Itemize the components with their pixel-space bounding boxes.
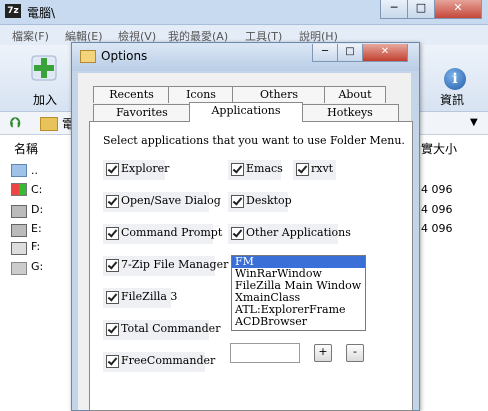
add-class-button[interactable]: +: [314, 344, 332, 362]
remove-class-button[interactable]: -: [346, 344, 364, 362]
window-class-input[interactable]: [230, 343, 300, 363]
info-button-label[interactable]: 資訊: [440, 91, 464, 108]
list-item[interactable]: F:: [31, 240, 40, 253]
maximize-button[interactable]: □: [407, 0, 435, 19]
list-item-size: 4 096: [421, 222, 453, 235]
list-item[interactable]: ACDBrowser: [232, 316, 365, 328]
tab-applications[interactable]: Applications: [189, 102, 303, 122]
emacs-checkbox[interactable]: [231, 163, 244, 176]
list-item[interactable]: ..: [31, 164, 38, 177]
removable-drive-icon: [11, 262, 27, 275]
folder-icon: [40, 117, 58, 131]
tab-icons[interactable]: Icons: [168, 86, 234, 103]
explorer-label[interactable]: Explorer: [121, 162, 169, 175]
total-commander-label[interactable]: Total Commander: [121, 322, 220, 335]
parent-folder-icon: [11, 164, 27, 177]
tab-about[interactable]: About: [324, 86, 386, 103]
drive-icon: [11, 205, 27, 218]
filezilla-label[interactable]: FileZilla 3: [121, 290, 177, 303]
add-plus-icon[interactable]: [30, 54, 58, 82]
other-applications-checkbox[interactable]: [231, 227, 244, 240]
tab-hotkeys[interactable]: Hotkeys: [301, 104, 399, 121]
add-button-label[interactable]: 加入: [33, 91, 57, 108]
rxvt-checkbox[interactable]: [296, 163, 309, 176]
tab-favorites[interactable]: Favorites: [93, 104, 191, 121]
bg-window-title: 電腦\: [27, 6, 56, 20]
desktop-checkbox[interactable]: [231, 195, 244, 208]
minimize-button[interactable]: ─: [380, 0, 408, 19]
seven-zip-label[interactable]: 7-Zip File Manager: [121, 258, 228, 271]
dialog-maximize-button[interactable]: □: [337, 44, 363, 62]
seven-zip-checkbox[interactable]: [106, 259, 119, 272]
filezilla-checkbox[interactable]: [106, 291, 119, 304]
tab-recents[interactable]: Recents: [93, 86, 170, 103]
emacs-label[interactable]: Emacs: [246, 162, 283, 175]
list-item[interactable]: G:: [31, 260, 43, 273]
total-commander-checkbox[interactable]: [106, 323, 119, 336]
column-header-size[interactable]: 實大小: [421, 140, 457, 157]
freecommander-label[interactable]: FreeCommander: [121, 354, 215, 367]
other-applications-label[interactable]: Other Applications: [246, 226, 351, 239]
list-item[interactable]: D:: [31, 203, 43, 216]
menu-file[interactable]: 檔案(F): [12, 28, 49, 44]
tab-others[interactable]: Others: [232, 86, 326, 103]
dialog-close-button[interactable]: ✕: [362, 44, 408, 62]
command-prompt-label[interactable]: Command Prompt: [121, 226, 222, 239]
rxvt-label[interactable]: rxvt: [311, 162, 333, 175]
dialog-minimize-button[interactable]: ─: [312, 44, 338, 62]
explorer-checkbox[interactable]: [106, 163, 119, 176]
open-save-dialog-checkbox[interactable]: [106, 195, 119, 208]
windows-drive-icon: [11, 183, 27, 196]
command-prompt-checkbox[interactable]: [106, 227, 119, 240]
instruction-text: Select applications that you want to use…: [103, 134, 405, 147]
up-folder-icon[interactable]: ⮉: [10, 115, 26, 131]
window-class-listbox[interactable]: FM WinRarWindow FileZilla Main Window Xm…: [231, 255, 366, 331]
column-header-name[interactable]: 名稱: [14, 140, 38, 157]
address-dropdown-icon[interactable]: ▼: [470, 117, 478, 128]
drive-icon: [11, 224, 27, 237]
info-icon[interactable]: i: [444, 68, 466, 90]
list-item[interactable]: C:: [31, 183, 42, 196]
close-button[interactable]: ✕: [434, 0, 482, 19]
list-item[interactable]: E:: [31, 222, 42, 235]
dialog-title: Options: [101, 49, 148, 63]
seven-zip-app-icon: 7z: [5, 4, 21, 18]
freecommander-checkbox[interactable]: [106, 355, 119, 368]
open-save-dialog-label[interactable]: Open/Save Dialog: [121, 194, 221, 207]
desktop-label[interactable]: Desktop: [246, 194, 292, 207]
list-item-size: 4 096: [421, 203, 453, 216]
optical-drive-icon: [11, 242, 27, 255]
folder-menu-icon: [80, 50, 96, 63]
list-item-size: 4 096: [421, 183, 453, 196]
